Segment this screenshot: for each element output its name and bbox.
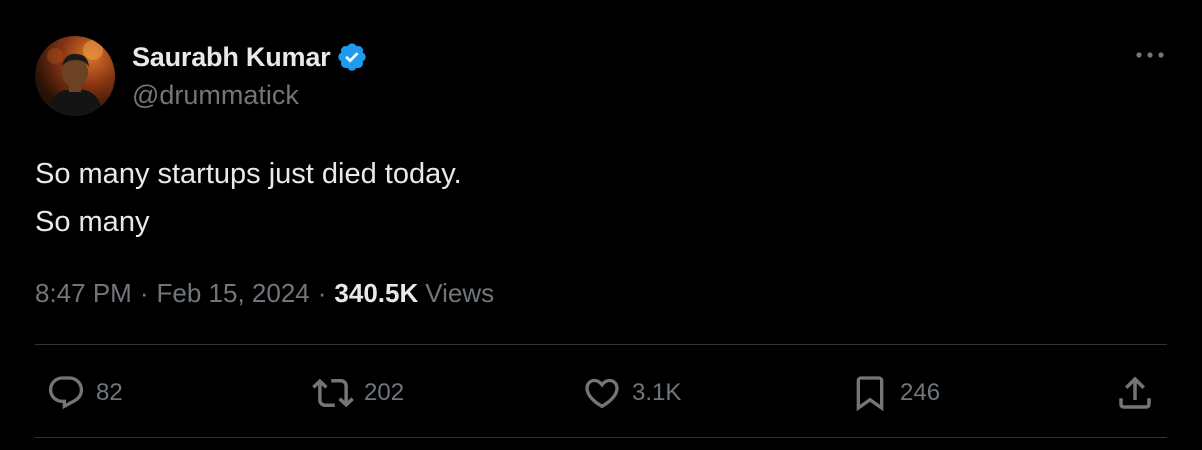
divider [35,344,1167,345]
author-handle[interactable]: @drummatick [132,80,299,111]
meta-separator: · [139,278,149,308]
heart-icon [582,373,622,413]
reply-count: 82 [96,379,123,406]
views-count[interactable]: 340.5K [334,278,418,309]
avatar[interactable] [35,36,115,116]
repost-icon [312,372,354,414]
tweet-date[interactable]: Feb 15, 2024 [157,278,310,309]
bookmark-button[interactable]: 246 [850,372,940,414]
share-button[interactable] [1114,372,1156,414]
share-icon [1114,372,1156,414]
meta-separator: · [317,278,327,308]
repost-count: 202 [364,379,405,406]
author-name-row: Saurabh Kumar [132,40,368,74]
divider [35,437,1167,438]
tweet-text: So many startups just died today. So man… [35,158,462,238]
tweet-card: Saurabh Kumar @drummatick So many startu… [0,0,1202,450]
bookmark-icon [850,373,890,413]
tweet-meta: 8:47 PM · Feb 15, 2024 · 340.5K Views [35,278,494,309]
repost-button[interactable]: 202 [312,372,404,414]
tweet-time[interactable]: 8:47 PM [35,278,132,309]
reply-icon [46,373,86,413]
author-display-name[interactable]: Saurabh Kumar [132,42,331,73]
views-label: Views [425,278,495,308]
like-button[interactable]: 3.1K [582,372,681,414]
reply-button[interactable]: 82 [46,372,123,414]
more-options-button[interactable] [1130,42,1170,68]
more-horizontal-icon [1134,51,1166,59]
bookmark-count: 246 [900,379,941,406]
like-count: 3.1K [632,379,682,406]
verified-badge-icon[interactable] [336,41,368,73]
